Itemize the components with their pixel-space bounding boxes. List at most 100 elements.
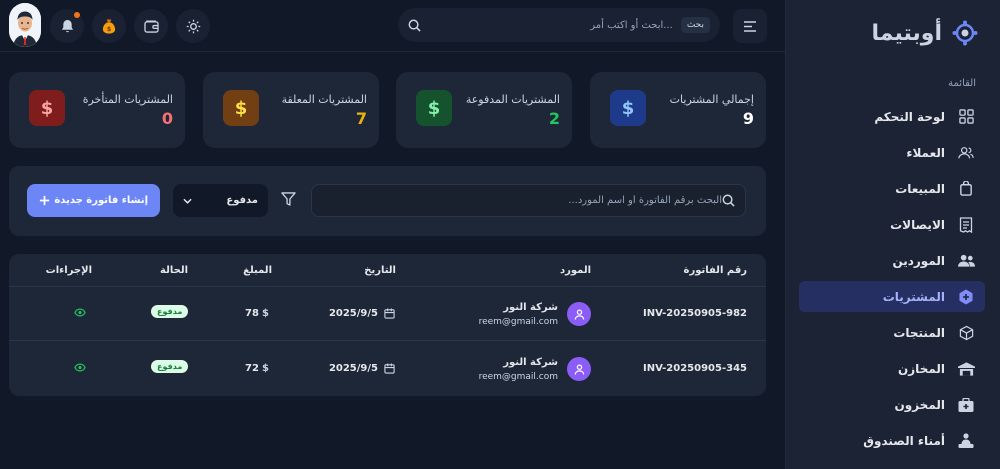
users-icon xyxy=(957,144,975,162)
cube-icon xyxy=(957,324,975,342)
stat-value: 7 xyxy=(355,109,367,128)
sidebar-item-warehouses[interactable]: المخازن xyxy=(799,353,985,384)
sidebar-item-label: المخازن xyxy=(898,361,945,376)
money-bag-icon: $ xyxy=(102,18,116,34)
rewards-button[interactable]: $ xyxy=(92,9,126,43)
sidebar-item-receipts[interactable]: الايصالات xyxy=(799,209,985,240)
brand-name: أوبتيما xyxy=(871,20,942,46)
global-search[interactable]: ابحث أو اكتب أمر... بحث xyxy=(398,8,720,42)
menu-caption: القائمة xyxy=(948,78,976,89)
box-plus-icon xyxy=(957,288,975,306)
wallet-icon xyxy=(143,20,159,33)
table-row[interactable]: INV-20250905-982 شركة النور reem@gmail.c… xyxy=(9,287,766,341)
user-avatar[interactable] xyxy=(9,3,41,47)
invoice-date: 2025/9/5 xyxy=(328,308,378,319)
stat-card-pending: المشتريات المعلقة 7 $ xyxy=(203,72,379,148)
supplier-email: reem@gmail.com xyxy=(478,317,558,327)
invoice-number[interactable]: INV-20250905-345 xyxy=(643,363,747,374)
th-actions: الإجراءات xyxy=(45,265,92,276)
calendar-icon xyxy=(384,308,395,319)
notifications-button[interactable] xyxy=(50,9,84,43)
filter-icon[interactable] xyxy=(281,192,296,206)
supplier-name: شركة النور xyxy=(503,357,558,368)
search-icon xyxy=(408,19,421,32)
stat-title: المشتريات المدفوعة xyxy=(465,93,560,106)
bell-icon xyxy=(61,19,74,33)
stat-card-overdue: المشتريات المتأخرة 0 $ xyxy=(9,72,185,148)
sidebar-item-inventory[interactable]: المخزون xyxy=(799,389,985,420)
bag-icon xyxy=(957,180,975,198)
stat-card-total: إجمالي المشتريات 9 $ xyxy=(590,72,766,148)
sidebar-item-label: المخزون xyxy=(894,397,945,412)
sidebar-item-products[interactable]: المنتجات xyxy=(799,317,985,348)
th-status: الحالة xyxy=(160,265,188,276)
sidebar-item-label: المشتريات xyxy=(882,289,945,304)
sidebar-item-label: العملاء xyxy=(906,145,945,160)
sidebar-nav: لوحة التحكم العملاء المبيعات الايصالات ا… xyxy=(799,101,985,461)
sidebar-item-label: المنتجات xyxy=(893,325,945,340)
stat-card-paid: المشتريات المدفوعة 2 $ xyxy=(396,72,572,148)
dollar-icon: $ xyxy=(29,90,65,126)
brand[interactable]: أوبتيما xyxy=(872,20,978,46)
sidebar-item-label: الموردين xyxy=(892,253,945,268)
brand-logo-icon xyxy=(952,20,978,46)
sidebar-item-purchases[interactable]: المشتريات xyxy=(799,281,985,312)
eye-icon[interactable] xyxy=(74,308,86,317)
sidebar-item-sales[interactable]: المبيعات xyxy=(799,173,985,204)
sidebar-item-customers[interactable]: العملاء xyxy=(799,137,985,168)
search-shortcut-badge: بحث xyxy=(680,17,710,33)
invoice-search[interactable] xyxy=(311,184,746,217)
invoice-number[interactable]: INV-20250905-982 xyxy=(643,308,747,319)
stat-title: المشتريات المعلقة xyxy=(281,93,367,106)
th-supplier: المورد xyxy=(559,265,591,276)
sidebar-item-label: أمناء الصندوق xyxy=(863,433,945,448)
purchases-table: رقم الفاتورة المورد التاريخ المبلغ الحال… xyxy=(9,254,766,396)
menu-lines-icon xyxy=(743,20,757,32)
inventory-icon xyxy=(957,396,975,414)
plus-icon xyxy=(39,195,50,206)
cashier-icon xyxy=(957,432,975,450)
create-invoice-button[interactable]: إنشاء فاتورة جديدة xyxy=(27,184,160,217)
user-icon xyxy=(567,302,591,326)
supplier-email: reem@gmail.com xyxy=(478,372,558,382)
filters-panel: مدفوع إنشاء فاتورة جديدة xyxy=(9,166,766,236)
stat-value: 9 xyxy=(742,109,754,128)
table-row[interactable]: INV-20250905-345 شركة النور reem@gmail.c… xyxy=(9,342,766,396)
dollar-sign-icon: $ xyxy=(262,308,269,319)
grid-icon xyxy=(957,108,975,126)
status-badge: مدفوع xyxy=(151,360,189,373)
sidebar-item-cashiers[interactable]: أمناء الصندوق xyxy=(799,425,985,456)
search-icon xyxy=(722,194,735,207)
invoice-search-input[interactable] xyxy=(322,195,722,206)
topbar: $ ابحث أو اكتب أمر... بحث xyxy=(0,0,785,52)
stat-value: 0 xyxy=(161,109,173,128)
eye-icon[interactable] xyxy=(74,363,86,372)
dollar-icon: $ xyxy=(416,90,452,126)
invoice-date: 2025/9/5 xyxy=(328,363,378,374)
global-search-placeholder: ابحث أو اكتب أمر... xyxy=(590,19,673,31)
stat-value: 2 xyxy=(548,109,560,128)
chevron-down-icon xyxy=(183,198,192,204)
create-invoice-label: إنشاء فاتورة جديدة xyxy=(54,195,148,206)
sidebar-item-dashboard[interactable]: لوحة التحكم xyxy=(799,101,985,132)
user-icon xyxy=(567,357,591,381)
theme-toggle-button[interactable] xyxy=(176,9,210,43)
receipt-icon xyxy=(957,216,975,234)
sidebar-toggle-button[interactable] xyxy=(733,9,767,43)
supplier-name: شركة النور xyxy=(503,302,558,313)
th-invoice: رقم الفاتورة xyxy=(683,265,747,276)
table-header: رقم الفاتورة المورد التاريخ المبلغ الحال… xyxy=(9,254,766,287)
wallet-button[interactable] xyxy=(134,9,168,43)
sidebar-item-label: الايصالات xyxy=(890,217,945,232)
notification-dot xyxy=(74,12,80,18)
sidebar-item-suppliers[interactable]: الموردين xyxy=(799,245,985,276)
dollar-sign-icon: $ xyxy=(262,363,269,374)
status-select[interactable]: مدفوع xyxy=(173,184,268,217)
th-date: التاريخ xyxy=(364,265,396,276)
sidebar: أوبتيما القائمة لوحة التحكم العملاء المب… xyxy=(785,0,1000,469)
stat-title: المشتريات المتأخرة xyxy=(82,93,173,106)
svg-text:$: $ xyxy=(107,25,112,33)
calendar-icon xyxy=(384,363,395,374)
status-badge: مدفوع xyxy=(151,305,189,318)
sidebar-item-label: لوحة التحكم xyxy=(874,109,945,124)
